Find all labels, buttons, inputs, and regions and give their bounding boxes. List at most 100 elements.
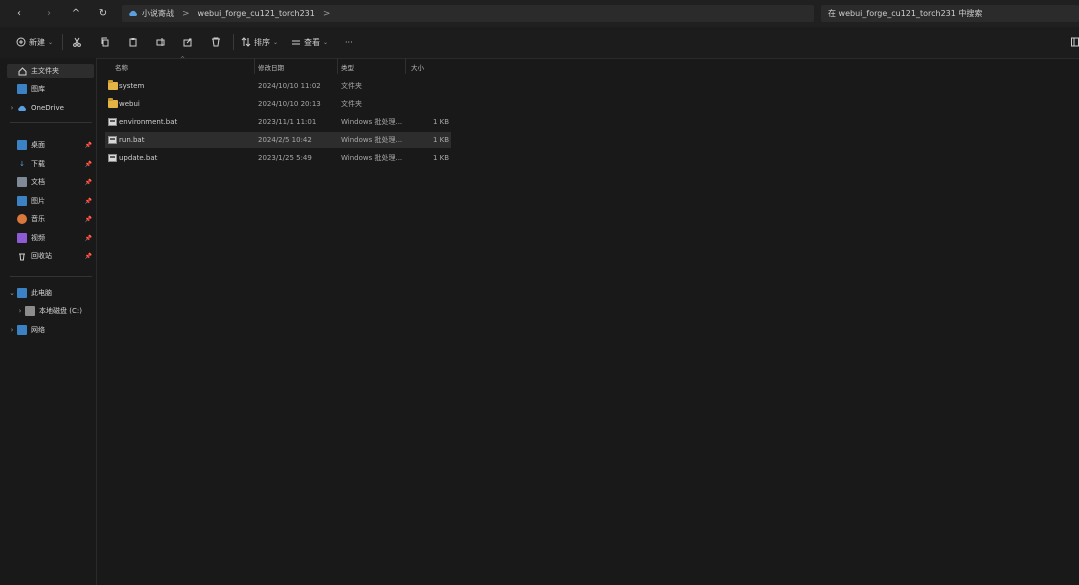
paste-icon bbox=[129, 38, 137, 47]
file-name: update.bat bbox=[119, 154, 158, 162]
plus-circle-icon bbox=[16, 37, 26, 47]
chevron-right-icon[interactable]: › bbox=[7, 326, 17, 334]
details-pane-button[interactable] bbox=[1071, 35, 1079, 49]
sidebar-item-label: 网络 bbox=[31, 326, 45, 334]
view-label: 查看 bbox=[304, 37, 320, 47]
batch-file-icon bbox=[108, 136, 117, 144]
search-placeholder: 在 webui_forge_cu121_torch231 中搜索 bbox=[828, 9, 983, 18]
details-pane-icon bbox=[1071, 37, 1079, 47]
column-divider[interactable] bbox=[405, 58, 406, 74]
sidebar-item-label: OneDrive bbox=[31, 104, 64, 112]
drive-icon bbox=[25, 306, 35, 316]
more-options-button[interactable]: ··· bbox=[345, 35, 353, 49]
file-row[interactable]: run.bat 2024/2/5 10:42 Windows 批处理... 1 … bbox=[105, 132, 451, 148]
paste-button[interactable] bbox=[128, 35, 138, 49]
sidebar-item-network[interactable]: › 网络 bbox=[7, 323, 94, 337]
rename-button[interactable] bbox=[156, 35, 166, 49]
batch-file-icon bbox=[108, 118, 117, 126]
sidebar-item-pictures[interactable]: 图片 📌 bbox=[7, 194, 94, 208]
file-type: Windows 批处理... bbox=[341, 136, 403, 144]
sort-button[interactable]: 排序 ⌄ bbox=[241, 35, 278, 49]
sidebar-item-recycle-bin[interactable]: 回收站 📌 bbox=[7, 249, 94, 263]
sidebar-item-label: 桌面 bbox=[31, 141, 45, 149]
address-bar[interactable]: 小说寄战 > webui_forge_cu121_torch231 > bbox=[122, 5, 814, 22]
scissors-icon bbox=[73, 37, 81, 47]
back-arrow-icon: ‹ bbox=[17, 7, 21, 19]
delete-button[interactable] bbox=[211, 35, 221, 49]
file-name: webui bbox=[119, 100, 140, 108]
file-size: 1 KB bbox=[433, 136, 450, 144]
sidebar-item-onedrive[interactable]: › OneDrive bbox=[7, 101, 94, 115]
sidebar-item-music[interactable]: 音乐 📌 bbox=[7, 212, 94, 226]
divider bbox=[62, 34, 63, 50]
chevron-right-icon[interactable]: › bbox=[15, 307, 25, 315]
sidebar-item-videos[interactable]: 视频 📌 bbox=[7, 231, 94, 245]
file-row[interactable]: update.bat 2023/1/25 5:49 Windows 批处理...… bbox=[105, 150, 451, 166]
pin-icon[interactable]: 📌 bbox=[85, 142, 92, 149]
file-row[interactable]: environment.bat 2023/11/1 11:01 Windows … bbox=[105, 114, 451, 130]
chevron-down-icon: ⌄ bbox=[323, 38, 329, 46]
cloud-folder-icon bbox=[129, 10, 138, 16]
column-header-size[interactable]: 大小 bbox=[411, 60, 424, 74]
picture-icon bbox=[17, 196, 27, 206]
sidebar-item-downloads[interactable]: ↓ 下载 📌 bbox=[7, 157, 94, 171]
sidebar-item-label: 此电脑 bbox=[31, 289, 52, 297]
download-icon: ↓ bbox=[19, 160, 25, 168]
pin-icon[interactable]: 📌 bbox=[85, 198, 92, 205]
refresh-button[interactable]: ↻ bbox=[96, 6, 110, 20]
pin-icon[interactable]: 📌 bbox=[85, 235, 92, 242]
view-button[interactable]: 查看 ⌄ bbox=[291, 35, 328, 49]
file-row[interactable]: system 2024/10/10 11:02 文件夹 bbox=[105, 78, 451, 94]
pin-icon[interactable]: 📌 bbox=[85, 179, 92, 186]
search-input[interactable]: 在 webui_forge_cu121_torch231 中搜索 bbox=[821, 5, 1079, 22]
breadcrumb-current-folder[interactable]: webui_forge_cu121_torch231 bbox=[198, 9, 315, 18]
sidebar-item-label: 主文件夹 bbox=[31, 67, 59, 75]
sort-up-icon: ^ bbox=[180, 56, 186, 63]
folder-icon bbox=[108, 80, 118, 90]
divider bbox=[10, 122, 92, 123]
sidebar-item-desktop[interactable]: 桌面 📌 bbox=[7, 138, 94, 152]
forward-button[interactable]: › bbox=[42, 6, 56, 20]
copy-button[interactable] bbox=[100, 35, 110, 49]
copy-icon bbox=[101, 37, 109, 47]
chevron-down-icon: ⌄ bbox=[273, 38, 279, 46]
chevron-down-icon: ⌄ bbox=[48, 38, 54, 46]
breadcrumb-root[interactable]: 小说寄战 bbox=[128, 8, 174, 19]
up-button[interactable]: ^ bbox=[69, 6, 83, 20]
pin-icon[interactable]: 📌 bbox=[85, 161, 92, 168]
file-date: 2024/2/5 10:42 bbox=[258, 136, 312, 144]
computer-icon bbox=[17, 288, 27, 298]
pin-icon[interactable]: 📌 bbox=[85, 216, 92, 223]
breadcrumb-separator-icon[interactable]: > bbox=[323, 9, 331, 19]
file-type: Windows 批处理... bbox=[341, 118, 403, 126]
sidebar-item-documents[interactable]: 文档 📌 bbox=[7, 175, 94, 189]
file-size: 1 KB bbox=[433, 154, 450, 162]
back-button[interactable]: ‹ bbox=[12, 6, 26, 20]
sidebar-item-this-pc[interactable]: ⌄ 此电脑 bbox=[7, 286, 94, 300]
recycle-bin-icon bbox=[17, 251, 27, 261]
sidebar-item-home[interactable]: 主文件夹 bbox=[7, 64, 94, 78]
pin-icon[interactable]: 📌 bbox=[85, 253, 92, 260]
share-icon bbox=[183, 38, 192, 47]
sidebar-item-label: 音乐 bbox=[31, 215, 45, 223]
chevron-down-icon[interactable]: ⌄ bbox=[7, 289, 17, 297]
sidebar-item-local-disk[interactable]: › 本地磁盘 (C:) bbox=[15, 304, 95, 318]
cut-button[interactable] bbox=[72, 35, 82, 49]
column-header-name[interactable]: 名称 bbox=[115, 60, 128, 74]
forward-arrow-icon: › bbox=[47, 7, 51, 19]
file-row[interactable]: webui 2024/10/10 20:13 文件夹 bbox=[105, 96, 451, 112]
chevron-right-icon[interactable]: › bbox=[7, 104, 17, 112]
more-dots-icon: ··· bbox=[345, 37, 353, 47]
sidebar-item-label: 图片 bbox=[31, 197, 45, 205]
file-date: 2024/10/10 11:02 bbox=[258, 82, 321, 90]
share-button[interactable] bbox=[183, 35, 193, 49]
column-header-type[interactable]: 类型 bbox=[341, 60, 354, 74]
document-icon bbox=[17, 177, 27, 187]
new-button[interactable]: 新建 ⌄ bbox=[16, 35, 53, 49]
sidebar-item-gallery[interactable]: 图库 bbox=[7, 82, 94, 96]
file-name: environment.bat bbox=[119, 118, 178, 126]
column-divider[interactable] bbox=[254, 58, 255, 74]
column-header-date[interactable]: 修改日期 bbox=[258, 60, 284, 74]
column-divider[interactable] bbox=[337, 58, 338, 74]
divider bbox=[10, 276, 92, 277]
